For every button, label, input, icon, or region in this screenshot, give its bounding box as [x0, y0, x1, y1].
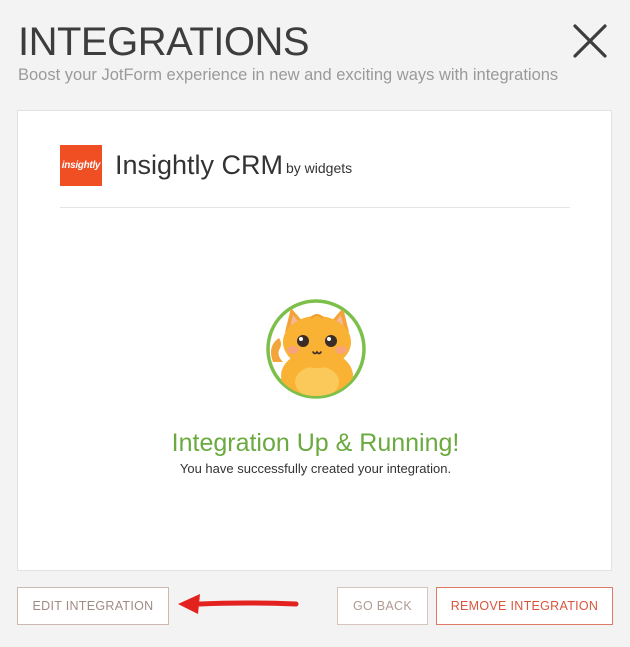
status-title: Integration Up & Running! — [171, 429, 460, 457]
insightly-logo-text: insightly — [61, 160, 101, 171]
close-icon — [573, 24, 607, 58]
integration-card: insightly Insightly CRM by widgets Integ… — [17, 110, 612, 571]
remove-integration-button[interactable]: REMOVE INTEGRATION — [436, 587, 613, 625]
insightly-logo: insightly — [60, 145, 102, 186]
go-back-button[interactable]: GO BACK — [337, 587, 428, 625]
page-subtitle: Boost your JotForm experience in new and… — [18, 66, 559, 84]
integration-name: Insightly CRM — [115, 150, 284, 180]
divider — [60, 207, 570, 208]
annotation-arrow-icon — [178, 594, 299, 614]
close-button[interactable] — [568, 22, 612, 62]
edit-integration-button[interactable]: EDIT INTEGRATION — [17, 587, 169, 625]
integration-author: by widgets — [286, 160, 353, 176]
cat-mascot-icon — [266, 299, 366, 399]
status-message: You have successfully created your integ… — [179, 461, 452, 476]
page-title: INTEGRATIONS — [18, 20, 310, 64]
